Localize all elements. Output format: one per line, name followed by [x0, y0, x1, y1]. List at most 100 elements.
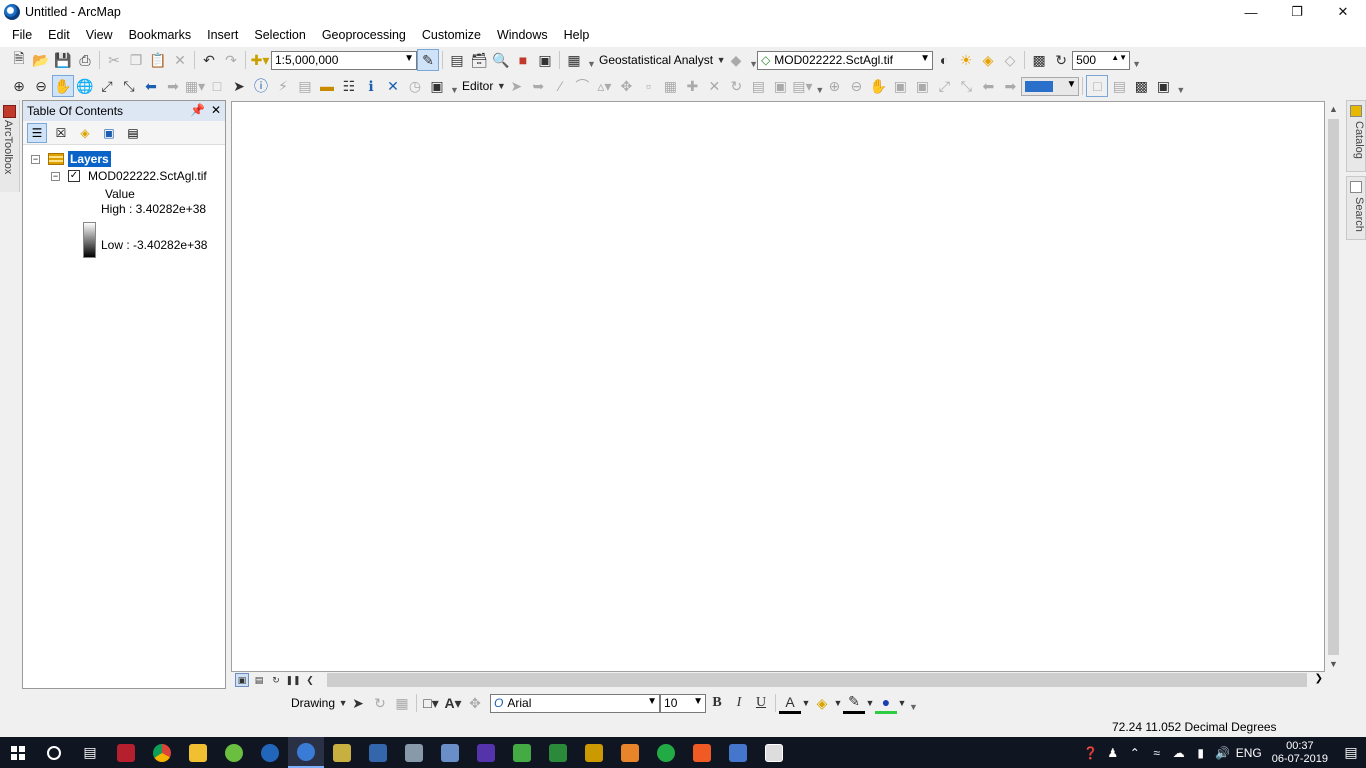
- layout-view-icon[interactable]: ▤: [252, 673, 266, 687]
- back-arrow-icon[interactable]: ⬅: [140, 75, 162, 97]
- search-tab[interactable]: Search: [1346, 176, 1366, 240]
- restore-button[interactable]: ❐: [1274, 0, 1320, 24]
- dropdown-arrow-icon[interactable]: ▼: [717, 49, 726, 71]
- toolbar-grip-icon[interactable]: ▼: [450, 77, 459, 95]
- zoom-to-selected-icon[interactable]: ▦: [391, 692, 413, 714]
- create-viewer-icon[interactable]: ▣: [426, 75, 448, 97]
- map-view[interactable]: [231, 101, 1325, 672]
- taskbar-app-erdas[interactable]: [468, 737, 504, 768]
- arctoolbox-tab[interactable]: ArcToolbox: [2, 120, 14, 174]
- language-indicator[interactable]: ENG: [1234, 746, 1264, 760]
- pause-drawing-icon[interactable]: ❚❚: [285, 673, 300, 687]
- drawing-menu[interactable]: Drawing: [287, 696, 339, 710]
- redo-icon[interactable]: ↷: [220, 49, 242, 71]
- volume-icon[interactable]: 🔊: [1212, 746, 1234, 760]
- menu-bookmarks[interactable]: Bookmarks: [121, 24, 200, 47]
- fixed-zoom-out-icon[interactable]: ⤡: [118, 75, 140, 97]
- end-point-arc-icon[interactable]: ⌒: [571, 75, 593, 97]
- attributes-icon[interactable]: ↻: [725, 75, 747, 97]
- layout-forward-icon[interactable]: ➡: [999, 75, 1021, 97]
- taskbar-app-snap[interactable]: [396, 737, 432, 768]
- layout-pan-icon[interactable]: ✋: [867, 75, 889, 97]
- scroll-down-icon[interactable]: ▼: [1329, 659, 1338, 669]
- split-icon[interactable]: ✚: [681, 75, 703, 97]
- flicker-rate-input[interactable]: 500 ▲▼: [1072, 50, 1131, 70]
- taskbar-app-r[interactable]: [252, 737, 288, 768]
- editor-menu[interactable]: Editor: [458, 79, 497, 93]
- font-size-combo[interactable]: 10 ▼: [660, 693, 707, 713]
- map-horizontal-scrollbar[interactable]: [327, 673, 1307, 687]
- taskbar-app-explorer[interactable]: [180, 737, 216, 768]
- cut-icon[interactable]: ✂: [103, 49, 125, 71]
- taskbar-app-sublime[interactable]: [612, 737, 648, 768]
- add-data-icon[interactable]: ✚▾: [249, 49, 271, 71]
- minimize-button[interactable]: —: [1228, 0, 1274, 24]
- edit-vertices-icon[interactable]: ✥: [615, 75, 637, 97]
- contrast-icon[interactable]: ◐: [933, 49, 955, 71]
- layout-zoom-out-icon[interactable]: ⊖: [845, 75, 867, 97]
- line-color-icon[interactable]: ✎: [843, 692, 866, 714]
- zoom-in-icon[interactable]: ⊕: [8, 75, 30, 97]
- tree-row-layer[interactable]: − ✓ MOD022222.SctAgl.tif: [51, 169, 207, 183]
- hyperlink-icon[interactable]: ⚡: [272, 75, 294, 97]
- menu-view[interactable]: View: [78, 24, 121, 47]
- focus-data-frame-icon[interactable]: ▤: [1108, 75, 1130, 97]
- paste-icon[interactable]: 📋: [147, 49, 169, 71]
- clear-selection-icon[interactable]: □: [206, 75, 228, 97]
- taskbar-app-envi-classic[interactable]: [720, 737, 756, 768]
- close-icon[interactable]: ✕: [211, 103, 221, 117]
- layout-back-icon[interactable]: ⬅: [977, 75, 999, 97]
- list-by-source-icon[interactable]: ☒: [51, 123, 71, 143]
- menu-help[interactable]: Help: [556, 24, 598, 47]
- layout-zoom-in-icon[interactable]: ⊕: [823, 75, 845, 97]
- menu-edit[interactable]: Edit: [40, 24, 78, 47]
- select-elements-icon[interactable]: ➤: [228, 75, 250, 97]
- clock[interactable]: 00:37 06-07-2019: [1272, 740, 1328, 766]
- undo-icon[interactable]: ↶: [198, 49, 220, 71]
- text-icon[interactable]: A▾: [442, 692, 464, 714]
- reshape-icon[interactable]: ▫: [637, 75, 659, 97]
- edit-annotation-icon[interactable]: ➥: [527, 75, 549, 97]
- help-icon[interactable]: ❓: [1080, 746, 1102, 760]
- collapse-icon[interactable]: −: [51, 171, 60, 181]
- taskbar-app-brave[interactable]: [684, 737, 720, 768]
- list-by-selection-icon[interactable]: ▣: [99, 123, 119, 143]
- scroll-right-icon[interactable]: ❯: [1315, 673, 1323, 684]
- list-by-drawing-order-icon[interactable]: ☰: [27, 122, 47, 143]
- battery-icon[interactable]: ▮: [1190, 746, 1212, 760]
- wifi-icon[interactable]: ≈: [1146, 746, 1168, 760]
- map-vertical-scrollbar[interactable]: ▲ ▼: [1326, 101, 1341, 672]
- task-view-button[interactable]: ▤: [72, 737, 108, 768]
- chevron-up-icon[interactable]: ⌃: [1124, 746, 1146, 760]
- toolbar-grip-icon[interactable]: ▼: [909, 694, 918, 712]
- notification-icon[interactable]: ▤: [1336, 744, 1366, 761]
- toolbar-grip-icon[interactable]: ▼: [749, 51, 758, 69]
- italic-button[interactable]: I: [728, 692, 750, 714]
- color-ramp-swatch[interactable]: [83, 222, 96, 258]
- layers-label[interactable]: Layers: [68, 151, 111, 167]
- edit-vertices-icon[interactable]: ✥: [464, 692, 486, 714]
- layer-name[interactable]: MOD022222.SctAgl.tif: [88, 169, 207, 183]
- editor-toolbar-icon[interactable]: ✎: [417, 49, 439, 71]
- toolbar-grip-icon[interactable]: ▼: [1132, 51, 1141, 69]
- scroll-thumb[interactable]: [1328, 119, 1339, 655]
- rotate-element-icon[interactable]: ↻: [369, 692, 391, 714]
- forward-arrow-icon[interactable]: ➡: [162, 75, 184, 97]
- zoom-out-icon[interactable]: ⊖: [30, 75, 52, 97]
- zoom-whole-page-icon[interactable]: ▣: [889, 75, 911, 97]
- geostatistical-analyst-menu[interactable]: Geostatistical Analyst: [595, 53, 717, 67]
- go-to-xy-icon[interactable]: ✕: [382, 75, 404, 97]
- layer-combo[interactable]: ◇ MOD022222.SctAgl.tif ▼: [757, 50, 934, 70]
- menu-selection[interactable]: Selection: [246, 24, 313, 47]
- pin-icon[interactable]: 📌: [190, 103, 205, 117]
- taskbar-app-arccatalog[interactable]: [324, 737, 360, 768]
- data-driven-pages-icon[interactable]: ▣: [1152, 75, 1174, 97]
- close-button[interactable]: ✕: [1320, 0, 1366, 24]
- open-folder-icon[interactable]: 📂: [30, 49, 52, 71]
- copy-icon[interactable]: ❐: [125, 49, 147, 71]
- dropdown-arrow-icon[interactable]: ▼: [497, 75, 506, 97]
- marker-color-icon[interactable]: ●: [875, 692, 898, 714]
- arctoolbox-window-icon[interactable]: ■: [512, 49, 534, 71]
- taskbar-app-console[interactable]: [540, 737, 576, 768]
- dropdown-arrow-icon[interactable]: ▼: [339, 692, 348, 714]
